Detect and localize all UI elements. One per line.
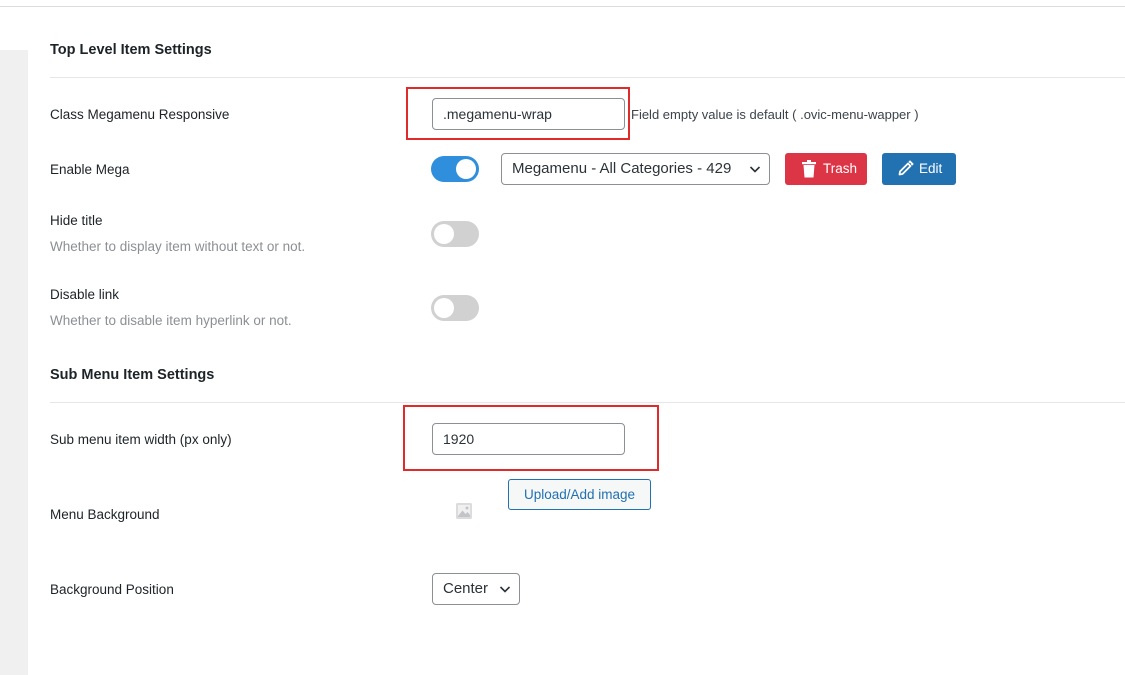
sub-menu-settings-title: Sub Menu Item Settings xyxy=(50,367,215,383)
top-divider xyxy=(0,6,1125,7)
upload-image-button[interactable]: Upload/Add image xyxy=(508,479,651,510)
pencil-icon xyxy=(898,160,914,176)
edit-button-label: Edit xyxy=(919,161,943,176)
toggle-knob xyxy=(434,224,454,244)
disable-link-toggle[interactable] xyxy=(431,295,479,321)
chevron-down-icon xyxy=(749,166,761,173)
enable-mega-toggle[interactable] xyxy=(431,156,479,182)
trash-button[interactable]: Trash xyxy=(785,153,867,185)
sub-menu-width-label: Sub menu item width (px only) xyxy=(50,432,232,447)
background-position-select[interactable]: Center xyxy=(432,573,520,605)
background-position-value: Center xyxy=(443,580,489,597)
trash-icon xyxy=(802,160,816,178)
megamenu-select-value: Megamenu - All Categories - 429 xyxy=(512,160,732,177)
hide-title-description: Whether to display item without text or … xyxy=(50,239,306,254)
disable-link-description: Whether to disable item hyperlink or not… xyxy=(50,313,292,328)
top-level-settings-title: Top Level Item Settings xyxy=(50,42,212,58)
toggle-knob xyxy=(456,159,476,179)
background-position-label: Background Position xyxy=(50,582,174,597)
sub-menu-width-input[interactable]: 1920 xyxy=(432,423,625,455)
enable-mega-label: Enable Mega xyxy=(50,162,130,177)
chevron-down-icon xyxy=(499,586,511,593)
hide-title-toggle[interactable] xyxy=(431,221,479,247)
section-divider xyxy=(50,77,1125,78)
class-responsive-hint: Field empty value is default ( .ovic-men… xyxy=(631,107,919,122)
hide-title-label: Hide title xyxy=(50,213,103,228)
section-divider xyxy=(50,402,1125,403)
trash-button-label: Trash xyxy=(823,161,858,176)
megamenu-select[interactable]: Megamenu - All Categories - 429 xyxy=(501,153,770,185)
class-responsive-label: Class Megamenu Responsive xyxy=(50,107,230,122)
menu-background-label: Menu Background xyxy=(50,507,160,522)
edit-button[interactable]: Edit xyxy=(882,153,956,185)
disable-link-label: Disable link xyxy=(50,287,120,302)
left-gutter xyxy=(0,50,28,675)
toggle-knob xyxy=(434,298,454,318)
image-placeholder-icon xyxy=(456,503,472,519)
class-responsive-input[interactable]: .megamenu-wrap xyxy=(432,98,625,130)
